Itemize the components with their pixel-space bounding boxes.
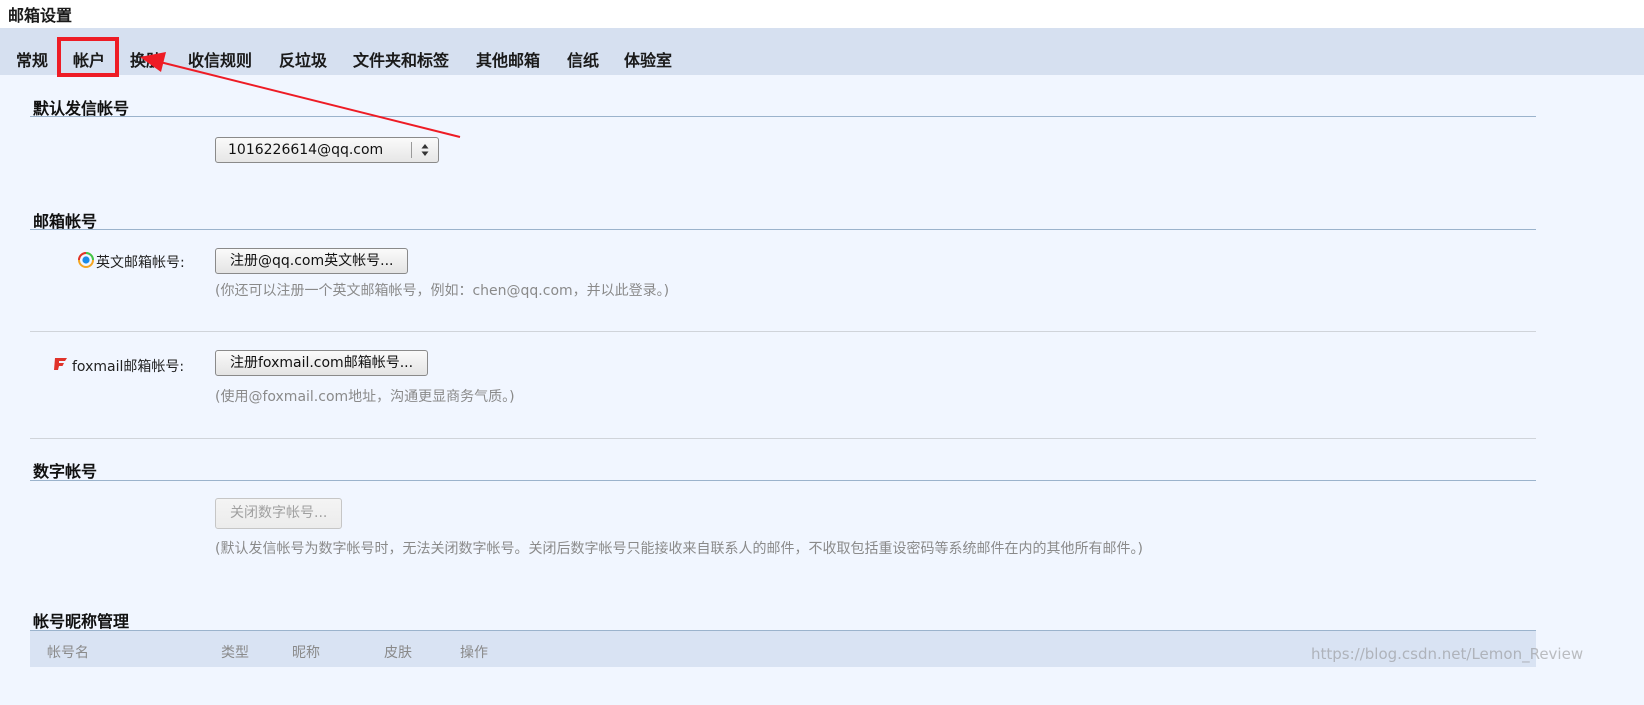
annotation-arrow-icon [140, 52, 461, 138]
